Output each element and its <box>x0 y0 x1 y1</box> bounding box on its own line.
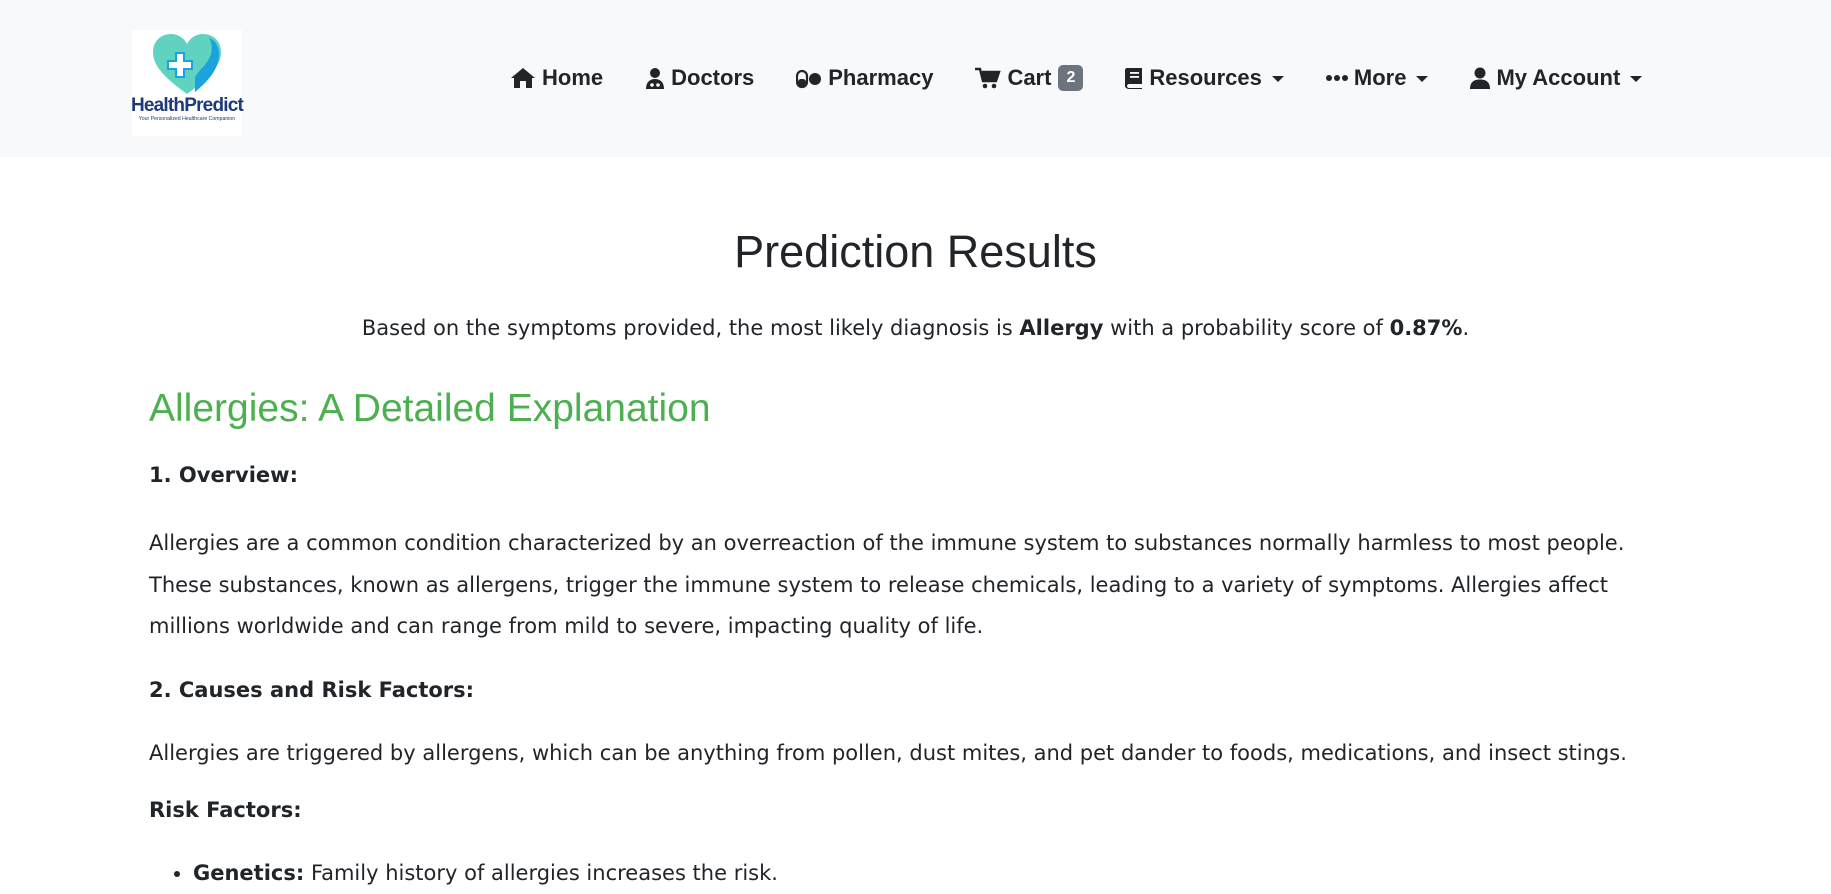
user-icon <box>1470 67 1491 89</box>
caret-down-icon <box>1630 76 1643 82</box>
nav-resources-label: Resources <box>1149 65 1262 90</box>
nav-account-label: My Account <box>1496 65 1621 90</box>
page-title: Prediction Results <box>734 226 1097 277</box>
nav-more-label: More <box>1353 65 1407 90</box>
causes-text: Allergies are triggered by allergens, wh… <box>149 740 1627 765</box>
summary-prefix: Based on the symptoms provided, the most… <box>361 316 1020 340</box>
doctor-icon <box>646 68 665 89</box>
ellipsis-icon <box>1325 75 1348 81</box>
navbar: HealthPredict Your Personalized Healthca… <box>0 0 1831 157</box>
caret-down-icon <box>1271 76 1284 82</box>
home-icon <box>511 68 535 88</box>
nav-account[interactable]: My Account <box>1470 65 1643 91</box>
nav-cart[interactable]: Cart 2 <box>975 65 1084 91</box>
nav-cart-label: Cart <box>1007 65 1052 90</box>
nav-home[interactable]: Home <box>510 65 603 91</box>
overview-text: Allergies are a common condition charact… <box>149 531 1625 638</box>
causes-heading: 2. Causes and Risk Factors: <box>149 677 475 702</box>
probability-score: 0.87% <box>1389 316 1463 340</box>
list-item: Genetics: Family history of allergies in… <box>193 858 1682 888</box>
nav-home-label: Home <box>542 65 604 90</box>
nav-resources[interactable]: Resources <box>1125 65 1284 91</box>
main-content: Prediction Results Based on the symptoms… <box>0 157 1831 888</box>
main-nav: Home Doctors Pharmacy Cart 2 Resources M… <box>510 60 1684 96</box>
book-icon <box>1125 68 1143 89</box>
brand-name: HealthPredict <box>130 95 244 116</box>
risk-term: Genetics: <box>193 860 305 885</box>
heart-logo-icon <box>153 34 221 94</box>
nav-pharmacy[interactable]: Pharmacy <box>796 65 933 91</box>
cart-count-badge: 2 <box>1058 65 1084 91</box>
summary-middle: with a probability score of <box>1103 316 1390 340</box>
nav-doctors-label: Doctors <box>671 65 755 90</box>
pills-icon <box>796 69 822 89</box>
article-title: Allergies: A Detailed Explanation <box>149 387 711 430</box>
risk-factors-list: Genetics: Family history of allergies in… <box>149 858 1682 888</box>
cart-icon <box>975 67 1002 89</box>
overview-heading: 1. Overview: <box>149 463 298 487</box>
nav-doctors[interactable]: Doctors <box>645 65 754 91</box>
brand-logo[interactable]: HealthPredict Your Personalized Healthca… <box>130 30 244 136</box>
summary-suffix: . <box>1462 316 1470 340</box>
prediction-summary: Based on the symptoms provided, the most… <box>149 313 1682 343</box>
nav-more[interactable]: More <box>1325 65 1429 91</box>
risk-text: Family history of allergies increases th… <box>304 860 778 885</box>
nav-pharmacy-label: Pharmacy <box>828 65 934 90</box>
risk-factors-heading: Risk Factors: <box>149 797 302 822</box>
brand-tagline: Your Personalized Healthcare Companion <box>138 116 236 122</box>
caret-down-icon <box>1416 76 1429 82</box>
diagnosis-value: Allergy <box>1019 316 1104 340</box>
